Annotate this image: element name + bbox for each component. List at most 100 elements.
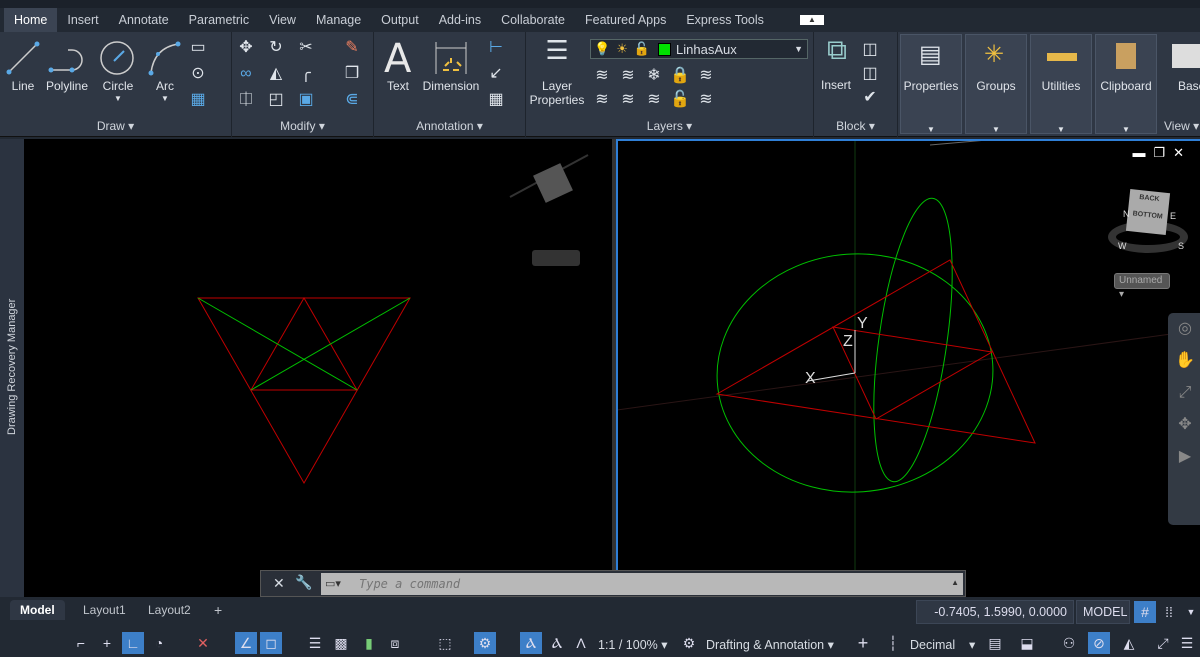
layer-dropdown[interactable]: 💡 ☀ 🔓 LinhasAux ▼	[590, 39, 808, 59]
transparency-icon[interactable]: ▩	[330, 632, 352, 654]
tab-annotate[interactable]: Annotate	[109, 8, 179, 32]
viewcube[interactable]: BACK BOTTOM	[1125, 189, 1171, 235]
object-snap-tracking-icon[interactable]: ∠	[235, 632, 257, 654]
explode-icon[interactable]: ❒	[342, 64, 362, 84]
chevron-up-icon[interactable]: ▲	[951, 578, 959, 587]
hardware-acceleration-icon[interactable]: ⊘	[1088, 632, 1110, 654]
erase-icon[interactable]: ✎	[342, 38, 362, 58]
layer-properties-button[interactable]: Layer Properties	[526, 79, 588, 107]
layers-panel-label[interactable]: Layers ▾	[526, 119, 813, 133]
layer-tool-icon[interactable]: ≋	[696, 90, 716, 110]
model-space-button[interactable]: MODEL	[1076, 600, 1130, 624]
line-button[interactable]: Line	[4, 79, 42, 93]
fillet-icon[interactable]: ╭	[296, 64, 316, 84]
tab-home[interactable]: Home	[4, 8, 58, 32]
close-icon[interactable]: ✕	[273, 575, 285, 592]
isodraft-icon[interactable]: ✕	[192, 632, 214, 654]
utilities-button[interactable]: Utilities ▼	[1030, 34, 1092, 134]
layer-tool-icon[interactable]: ≋	[592, 66, 612, 86]
text-button[interactable]: Text	[380, 79, 416, 93]
layer-tool-icon[interactable]: ≋	[696, 66, 716, 86]
scale-icon[interactable]: ◰	[266, 90, 286, 110]
tab-manage[interactable]: Manage	[306, 8, 371, 32]
gear-icon[interactable]: ⚙	[678, 632, 700, 654]
grid-icon[interactable]: #	[1134, 601, 1156, 623]
dynamic-input-icon[interactable]: +	[96, 632, 118, 654]
tab-layout2[interactable]: Layout2	[138, 600, 201, 620]
isolate-objects-icon[interactable]: ⚇	[1058, 632, 1080, 654]
viewport-right[interactable]: X Y Z ▬❐✕ BACK BOTTOM N E S W Unnamed ▾ ◎…	[616, 137, 1200, 597]
copy-icon[interactable]: ∞	[236, 64, 256, 84]
selection-cycling-icon[interactable]: ▮	[358, 632, 380, 654]
infer-constraints-icon[interactable]: ⌐	[70, 632, 92, 654]
view-panel-label[interactable]: View ▾	[1164, 119, 1200, 133]
graphics-performance-icon[interactable]: ◭	[1118, 632, 1140, 654]
lock-ui-icon[interactable]: ⬓	[1016, 632, 1038, 654]
coordinates-readout[interactable]: -0.7405, 1.5990, 0.0000	[916, 600, 1074, 624]
layer-tool-icon[interactable]: ≋	[592, 90, 612, 110]
leader-icon[interactable]: ↙	[486, 64, 506, 84]
selection-filter-icon[interactable]: ⬚	[434, 632, 456, 654]
annotation-panel-label[interactable]: Annotation ▾	[374, 119, 525, 133]
linear-dimension-icon[interactable]: ⊢	[486, 38, 506, 58]
stretch-icon[interactable]: ⎅	[236, 90, 256, 110]
quick-properties-icon[interactable]: ▤	[984, 632, 1006, 654]
tab-layout1[interactable]: Layout1	[73, 600, 136, 620]
layer-tool-icon[interactable]: ≋	[618, 90, 638, 110]
lineweight-icon[interactable]: ☰	[304, 632, 326, 654]
hatch-icon[interactable]: ▦	[188, 90, 208, 110]
ellipse-icon[interactable]: ⊙	[188, 64, 208, 84]
tab-output[interactable]: Output	[371, 8, 429, 32]
layer-unlock-icon[interactable]: 🔓	[670, 90, 690, 110]
add-layout-button[interactable]: +	[204, 600, 232, 620]
move-icon[interactable]: ✥	[236, 38, 256, 58]
attribute-icon[interactable]: ✔	[860, 88, 880, 108]
dimension-button[interactable]: Dimension	[422, 79, 480, 93]
snap-icon[interactable]: ⁞⁞	[1158, 601, 1180, 623]
edit-block-icon[interactable]: ◫	[860, 64, 880, 84]
polar-icon[interactable]: ◔	[148, 632, 170, 654]
tab-insert[interactable]: Insert	[57, 8, 108, 32]
tab-model[interactable]: Model	[10, 600, 65, 620]
auto-scale-icon[interactable]: Ⲁ	[546, 632, 568, 654]
annotation-scale-icon[interactable]: Λ	[570, 632, 592, 654]
command-history-icon[interactable]: ▭▾	[325, 577, 341, 590]
units-icon[interactable]: ┆	[882, 632, 904, 654]
layer-tool-icon[interactable]: ≋	[618, 66, 638, 86]
3d-osnap-icon[interactable]: ⧈	[384, 632, 406, 654]
block-panel-label[interactable]: Block ▾	[814, 119, 897, 133]
command-input[interactable]	[321, 573, 963, 595]
tab-express-tools[interactable]: Express Tools	[676, 8, 774, 32]
ortho-icon[interactable]: ∟	[122, 632, 144, 654]
trim-icon[interactable]: ✂	[296, 38, 316, 58]
customization-menu-icon[interactable]: ☰	[1176, 632, 1198, 654]
properties-button[interactable]: ▤ Properties ▼	[900, 34, 962, 134]
circle-dropdown[interactable]: ▼	[96, 92, 140, 106]
modify-panel-label[interactable]: Modify ▾	[232, 119, 373, 133]
tab-add-ins[interactable]: Add-ins	[429, 8, 491, 32]
tab-featured-apps[interactable]: Featured Apps	[575, 8, 676, 32]
base-button[interactable]: Base	[1178, 79, 1200, 93]
mirror-icon[interactable]: ◭	[266, 64, 286, 84]
wrench-icon[interactable]: 🔧	[295, 574, 312, 591]
tab-parametric[interactable]: Parametric	[179, 8, 259, 32]
annotation-visibility-icon[interactable]: Ⲁ	[520, 632, 542, 654]
offset-icon[interactable]: ⋐	[342, 90, 362, 110]
insert-button[interactable]: Insert	[814, 78, 858, 92]
drawing-recovery-palette[interactable]: Drawing Recovery Manager	[0, 139, 24, 597]
arc-button[interactable]: Arc	[148, 79, 182, 93]
object-snap-icon[interactable]: ◻	[260, 632, 282, 654]
viewport-controls[interactable]: ▬❐✕	[1132, 145, 1192, 161]
crosshair-icon[interactable]: +	[852, 632, 874, 654]
navigation-bar[interactable]: ◎ ✋ ⤢ ✥ ▶	[1168, 313, 1200, 525]
workspace-switch[interactable]: Drafting & Annotation ▾	[706, 637, 834, 652]
units-dropdown[interactable]: Decimal ▾	[910, 637, 975, 652]
polyline-button[interactable]: Polyline	[44, 79, 90, 93]
arc-dropdown[interactable]: ▼	[148, 92, 182, 106]
table-icon[interactable]: ▦	[486, 90, 506, 110]
tab-view[interactable]: View	[259, 8, 306, 32]
groups-button[interactable]: ✳ Groups ▼	[965, 34, 1027, 134]
ribbon-minimize-button[interactable]: ▲	[799, 15, 824, 25]
layer-tool-icon[interactable]: ≋	[644, 90, 664, 110]
viewport-left[interactable]	[24, 139, 612, 597]
